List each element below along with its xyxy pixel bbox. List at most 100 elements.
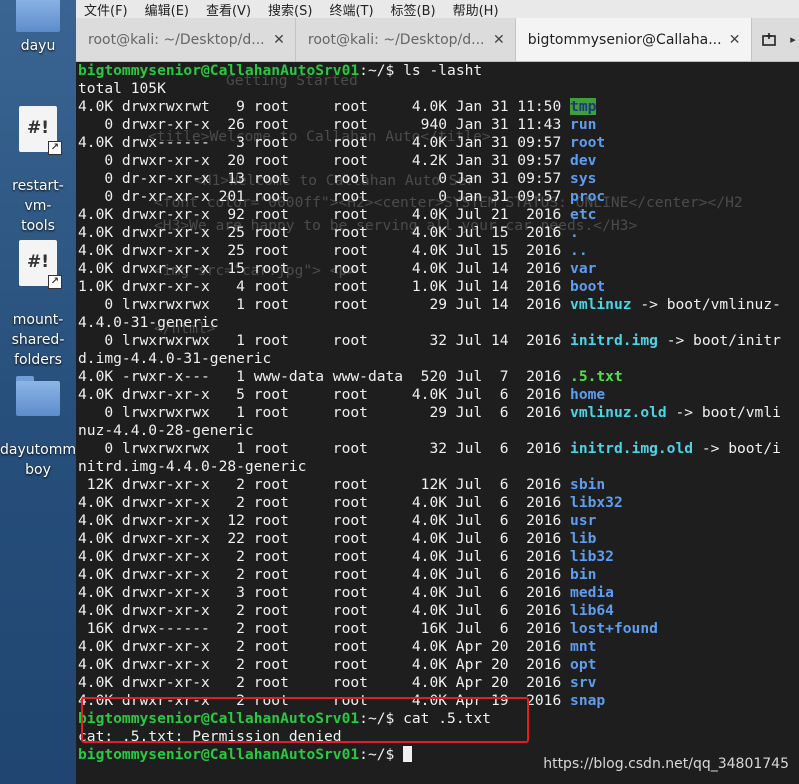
file-name: lib32 bbox=[570, 548, 614, 565]
file-name: proc bbox=[570, 188, 606, 205]
file-name: etc bbox=[570, 206, 597, 223]
menu-search[interactable]: 搜索(S) bbox=[268, 0, 312, 19]
terminal-window: 文件(F) 编辑(E) 查看(V) 搜索(S) 终端(T) 标签(B) 帮助(H… bbox=[76, 0, 799, 784]
listing-meta: d.img-4.4.0-31-generic bbox=[78, 350, 272, 367]
listing-meta: 0 lrwxrwxrwx 1 root root 32 Jul 14 2016 bbox=[78, 332, 571, 349]
listing-row: 4.0K drwxr-xr-x 92 root root 4.0K Jul 21… bbox=[78, 206, 799, 224]
listing-row: nuz-4.4.0-28-generic bbox=[78, 422, 799, 440]
tab-label: root@kali: ~/Desktop/d... bbox=[307, 31, 485, 48]
listing-row: 16K drwx------ 2 root root 16K Jul 6 201… bbox=[78, 620, 799, 638]
listing-meta: nuz-4.4.0-28-generic bbox=[78, 422, 254, 439]
file-name: bin bbox=[570, 566, 597, 583]
new-tab-icon bbox=[762, 32, 777, 46]
file-name: lib bbox=[570, 530, 597, 547]
close-icon[interactable]: ✕ bbox=[493, 32, 505, 48]
link-target: -> boot/vmli bbox=[666, 404, 781, 421]
listing-meta: 4.4.0-31-generic bbox=[78, 314, 219, 331]
listing-row: 4.0K drwxr-xr-x 12 root root 4.0K Jul 6 … bbox=[78, 512, 799, 530]
desktop-icon-label: dayutomm boy bbox=[0, 442, 76, 478]
listing-row: 4.0K drwxr-xr-x 22 root root 4.0K Jul 6 … bbox=[78, 530, 799, 548]
listing-meta: 16K drwx------ 2 root root 16K Jul 6 201… bbox=[78, 620, 571, 637]
listing-row: 4.4.0-31-generic bbox=[78, 314, 799, 332]
file-name: initrd.img.old bbox=[570, 440, 694, 457]
listing-meta: 0 lrwxrwxrwx 1 root root 32 Jul 6 2016 bbox=[78, 440, 571, 457]
menu-help[interactable]: 帮助(H) bbox=[453, 0, 499, 19]
listing-row: 12K drwxr-xr-x 2 root root 12K Jul 6 201… bbox=[78, 476, 799, 494]
new-tab-button[interactable] bbox=[752, 18, 788, 61]
file-name: snap bbox=[570, 692, 606, 709]
listing-row: 4.0K drwxr-xr-x 25 root root 4.0K Jul 15… bbox=[78, 242, 799, 260]
listing-row: 1.0K drwxr-xr-x 4 root root 1.0K Jul 14 … bbox=[78, 278, 799, 296]
desktop-icon-dayu[interactable]: dayu bbox=[0, 0, 76, 56]
menubar: 文件(F) 编辑(E) 查看(V) 搜索(S) 终端(T) 标签(B) 帮助(H… bbox=[76, 0, 799, 19]
menu-terminal[interactable]: 终端(T) bbox=[329, 0, 373, 19]
listing-row: 4.0K -rwxr-x--- 1 www-data www-data 520 … bbox=[78, 368, 799, 386]
listing-row: 4.0K drwxr-xr-x 25 root root 4.0K Jul 15… bbox=[78, 224, 799, 242]
link-target: -> boot/i bbox=[693, 440, 781, 457]
listing-row: nitrd.img-4.4.0-28-generic bbox=[78, 458, 799, 476]
listing-row: 4.0K drwxr-xr-x 2 root root 4.0K Apr 20 … bbox=[78, 638, 799, 656]
file-name: sbin bbox=[570, 476, 606, 493]
listing-row: 4.0K drwxr-xr-x 2 root root 4.0K Jul 6 2… bbox=[78, 548, 799, 566]
listing-meta: 4.0K drwxr-xr-x 25 root root 4.0K Jul 15… bbox=[78, 224, 571, 241]
command-text: :~/$ bbox=[359, 746, 404, 763]
listing-meta: 4.0K drwxr-xr-x 25 root root 4.0K Jul 15… bbox=[78, 242, 571, 259]
listing-meta: 4.0K drwxr-xr-x 2 root root 4.0K Apr 20 … bbox=[78, 638, 571, 655]
menu-view[interactable]: 查看(V) bbox=[206, 0, 251, 19]
file-name: opt bbox=[570, 656, 597, 673]
file-name: var bbox=[570, 260, 597, 277]
tab-1[interactable]: root@kali: ~/Desktop/d... ✕ bbox=[76, 18, 296, 61]
menu-tabs[interactable]: 标签(B) bbox=[391, 0, 436, 19]
listing-row: 0 dr-xr-xr-x 13 root root 0 Jan 31 09:57… bbox=[78, 170, 799, 188]
listing-meta: 4.0K -rwxr-x--- 1 www-data www-data 520 … bbox=[78, 368, 571, 385]
desktop-icon-dayutommyboy[interactable]: dayutomm boy bbox=[0, 356, 76, 500]
prompt-user: bigtommysenior@CallahanAutoSrv01 bbox=[78, 746, 360, 763]
listing-meta: 0 drwxr-xr-x 26 root root 940 Jan 31 11:… bbox=[78, 116, 571, 133]
listing-row: d.img-4.4.0-31-generic bbox=[78, 350, 799, 368]
tab-3[interactable]: bigtommysenior@Callaha... ✕ bbox=[515, 18, 752, 61]
tab-scroll-button[interactable]: ▸ bbox=[787, 18, 799, 61]
close-icon[interactable]: ✕ bbox=[729, 32, 741, 48]
listing-row: 0 drwxr-xr-x 26 root root 940 Jan 31 11:… bbox=[78, 116, 799, 134]
listing-row: 4.0K drwx------ 3 root root 4.0K Jan 31 … bbox=[78, 134, 799, 152]
menu-file[interactable]: 文件(F) bbox=[84, 0, 128, 19]
listing-meta: 4.0K drwxr-xr-x 2 root root 4.0K Apr 20 … bbox=[78, 656, 571, 673]
listing-meta: 4.0K drwxr-xr-x 2 root root 4.0K Apr 20 … bbox=[78, 674, 571, 691]
listing-row: 0 lrwxrwxrwx 1 root root 32 Jul 14 2016 … bbox=[78, 332, 799, 350]
tab-2[interactable]: root@kali: ~/Desktop/d... ✕ bbox=[296, 18, 516, 61]
file-name: run bbox=[570, 116, 597, 133]
listing-row: 0 lrwxrwxrwx 1 root root 29 Jul 14 2016 … bbox=[78, 296, 799, 314]
listing-meta: 0 drwxr-xr-x 20 root root 4.2K Jan 31 09… bbox=[78, 152, 571, 169]
highlight-annotation-box bbox=[81, 697, 529, 743]
file-name: srv bbox=[570, 674, 597, 691]
listing-meta: 4.0K drwxrwxrwt 9 root root 4.0K Jan 31 … bbox=[78, 98, 571, 115]
desktop-icon-label: dayu bbox=[20, 38, 56, 54]
script-file-icon: #! ↗ bbox=[19, 240, 62, 289]
desktop: dayu #! ↗ restart-vm- tools #! ↗ mount- sh… bbox=[0, 0, 76, 784]
folder-icon bbox=[16, 376, 60, 416]
file-name: vmlinuz.old bbox=[570, 404, 667, 421]
text-cursor bbox=[403, 746, 413, 762]
link-target: -> boot/initr bbox=[657, 332, 781, 349]
file-name: .5.txt bbox=[570, 368, 623, 385]
listing-meta: 4.0K drwxr-xr-x 15 root root 4.0K Jul 14… bbox=[78, 260, 571, 277]
listing-row: 4.0K drwxr-xr-x 2 root root 4.0K Apr 20 … bbox=[78, 674, 799, 692]
close-icon[interactable]: ✕ bbox=[273, 32, 285, 48]
terminal-output[interactable]: Getting Started <title>Welcome to Callaha… bbox=[76, 62, 799, 784]
file-name: vmlinuz bbox=[570, 296, 632, 313]
file-name: lib64 bbox=[570, 602, 614, 619]
listing-row: 0 lrwxrwxrwx 1 root root 32 Jul 6 2016 i… bbox=[78, 440, 799, 458]
listing-meta: nitrd.img-4.4.0-28-generic bbox=[78, 458, 307, 475]
file-name: tmp bbox=[570, 98, 597, 115]
listing-meta: 0 lrwxrwxrwx 1 root root 29 Jul 14 2016 bbox=[78, 296, 571, 313]
file-name: media bbox=[570, 584, 614, 601]
listing-meta: 4.0K drwxr-xr-x 3 root root 4.0K Jul 6 2… bbox=[78, 584, 571, 601]
listing-meta: 12K drwxr-xr-x 2 root root 12K Jul 6 201… bbox=[78, 476, 571, 493]
listing-row: 4.0K drwxr-xr-x 3 root root 4.0K Jul 6 2… bbox=[78, 584, 799, 602]
listing-meta: 0 dr-xr-xr-x 13 root root 0 Jan 31 09:57 bbox=[78, 170, 571, 187]
prompt-line: bigtommysenior@CallahanAutoSrv01:~/$ ls … bbox=[78, 62, 799, 80]
file-name: home bbox=[570, 386, 606, 403]
watermark: https://blog.csdn.net/qq_34801745 bbox=[543, 756, 789, 772]
total-line: total 105K bbox=[78, 80, 166, 97]
menu-edit[interactable]: 编辑(E) bbox=[145, 0, 189, 19]
